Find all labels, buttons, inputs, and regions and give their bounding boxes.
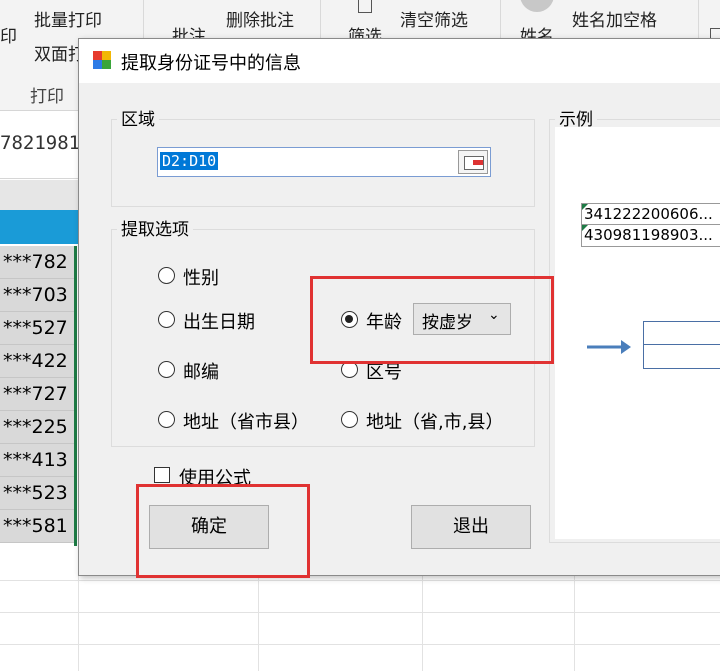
grid-line bbox=[78, 576, 79, 671]
person-icon bbox=[520, 0, 554, 12]
table-row[interactable]: ***413 bbox=[0, 444, 76, 477]
filter-icon bbox=[358, 0, 372, 13]
selection-border bbox=[74, 246, 77, 546]
address2-label: 地址（省,市,县） bbox=[366, 412, 504, 433]
table-row[interactable]: ***422 bbox=[0, 345, 76, 378]
address1-radio[interactable] bbox=[158, 411, 175, 428]
address1-label: 地址（省市县） bbox=[183, 412, 309, 433]
region-input-value: D2:D10 bbox=[160, 152, 219, 170]
example-preview: 341222200606... 430981198903... 1 2 bbox=[555, 127, 720, 539]
print-group-label: 打印 bbox=[30, 87, 64, 107]
arrow-right-icon bbox=[587, 340, 631, 354]
grid-line bbox=[422, 576, 423, 671]
highlight-box-ok bbox=[136, 484, 310, 578]
gender-radio[interactable] bbox=[158, 267, 175, 284]
table-row[interactable]: ***782 bbox=[0, 246, 76, 279]
range-select-icon[interactable] bbox=[458, 150, 488, 174]
example-id-text: 430981198903... bbox=[584, 226, 713, 244]
column-header bbox=[0, 180, 78, 211]
dialog-titlebar: 提取身份证号中的信息 bbox=[79, 39, 720, 83]
table-row[interactable]: ***703 bbox=[0, 279, 76, 312]
gender-label: 性别 bbox=[183, 268, 219, 289]
exit-button[interactable]: 退出 bbox=[411, 505, 531, 549]
delete-comments-button[interactable]: 删除批注 bbox=[226, 6, 294, 31]
example-id-cell: 341222200606... bbox=[581, 203, 720, 225]
postcode-label: 邮编 bbox=[183, 362, 219, 383]
example-result-cell: 1 bbox=[643, 321, 720, 345]
table-row[interactable]: ***727 bbox=[0, 378, 76, 411]
print-label-partial[interactable]: 印 bbox=[0, 22, 17, 47]
region-group-label: 区域 bbox=[117, 105, 159, 130]
birthdate-radio[interactable] bbox=[158, 311, 175, 328]
postcode-radio[interactable] bbox=[158, 361, 175, 378]
address2-radio[interactable] bbox=[341, 411, 358, 428]
batch-print-button[interactable]: 批量打印 bbox=[34, 6, 102, 31]
options-group-label: 提取选项 bbox=[117, 215, 193, 240]
table-row[interactable]: ***225 bbox=[0, 411, 76, 444]
app-icon bbox=[93, 51, 111, 69]
grid-line bbox=[574, 576, 575, 671]
highlight-box-age bbox=[310, 276, 554, 364]
clear-filter-button[interactable]: 清空筛选 bbox=[400, 6, 468, 31]
region-input[interactable]: D2:D10 bbox=[157, 147, 491, 177]
grid-line bbox=[0, 580, 720, 581]
dialog-title: 提取身份证号中的信息 bbox=[121, 53, 301, 74]
header-cell[interactable] bbox=[0, 210, 78, 244]
birthdate-label: 出生日期 bbox=[183, 312, 255, 333]
cell-marker-icon bbox=[582, 225, 588, 231]
grid-line bbox=[0, 612, 720, 613]
example-result-cell: 2 bbox=[643, 345, 720, 369]
cell-marker-icon bbox=[582, 204, 588, 210]
use-formula-checkbox[interactable] bbox=[154, 467, 170, 483]
table-row[interactable]: ***581 bbox=[0, 510, 76, 543]
example-id-cell: 430981198903... bbox=[581, 225, 720, 247]
grid-line bbox=[258, 576, 259, 671]
name-add-space-button[interactable]: 姓名加空格 bbox=[572, 6, 657, 31]
grid-line bbox=[0, 644, 720, 645]
example-id-text: 341222200606... bbox=[584, 205, 713, 223]
table-row[interactable]: ***523 bbox=[0, 477, 76, 510]
table-row[interactable]: ***527 bbox=[0, 312, 76, 345]
